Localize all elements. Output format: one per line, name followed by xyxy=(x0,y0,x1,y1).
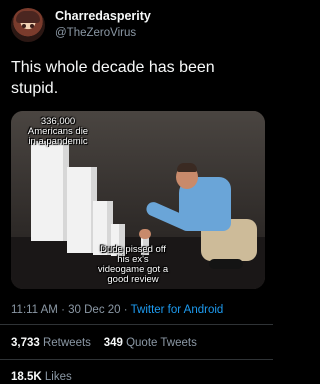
man-shoe xyxy=(209,259,243,269)
meta-separator-2: · xyxy=(123,304,128,316)
likes-count: 18.5K xyxy=(11,371,42,383)
caption-top: 336,000 Americans die in a pandemic xyxy=(27,116,89,147)
tweet-image[interactable]: 336,000 Americans die in a pandemic Dude… xyxy=(11,111,265,289)
quotes-stat[interactable]: 349 Quote Tweets xyxy=(104,337,197,349)
divider-1 xyxy=(0,324,273,325)
likes-stat[interactable]: 18.5K Likes xyxy=(11,371,72,383)
man-hair xyxy=(177,163,197,172)
display-name[interactable]: Charredasperity xyxy=(55,9,151,23)
retweets-stat[interactable]: 3,733 Retweets xyxy=(11,337,91,349)
meta-separator: · xyxy=(61,304,65,316)
tweet-text: This whole decade has been stupid. xyxy=(11,59,215,97)
caption-bottom: Dude pissed off his ex's videogame got a… xyxy=(97,244,169,285)
quotes-count: 349 xyxy=(103,337,123,349)
quotes-label: Quote Tweets xyxy=(126,337,197,349)
retweets-label: Retweets xyxy=(42,337,91,349)
tweet-meta: 11:11 AM · 30 Dec 20 · Twitter for Andro… xyxy=(11,304,223,316)
domino-large xyxy=(31,141,69,241)
engagement-stats: 3,733 Retweets 349 Quote Tweets xyxy=(11,337,197,349)
avatar-eye-left xyxy=(22,24,26,28)
tweet-date[interactable]: 30 Dec 20 xyxy=(68,304,120,316)
tweet-time[interactable]: 11:11 AM xyxy=(11,304,58,316)
divider-2 xyxy=(0,359,273,360)
man-hand xyxy=(139,229,151,239)
avatar[interactable] xyxy=(11,8,45,42)
source-app-link[interactable]: Twitter for Android xyxy=(131,304,224,316)
avatar-hair xyxy=(16,11,40,23)
avatar-eye-right xyxy=(30,24,34,28)
user-handle[interactable]: @TheZeroVirus xyxy=(55,27,136,39)
likes-label: Likes xyxy=(44,371,72,383)
retweets-count: 3,733 xyxy=(11,337,40,349)
tweet-header: Charredasperity @TheZeroVirus xyxy=(11,8,266,44)
